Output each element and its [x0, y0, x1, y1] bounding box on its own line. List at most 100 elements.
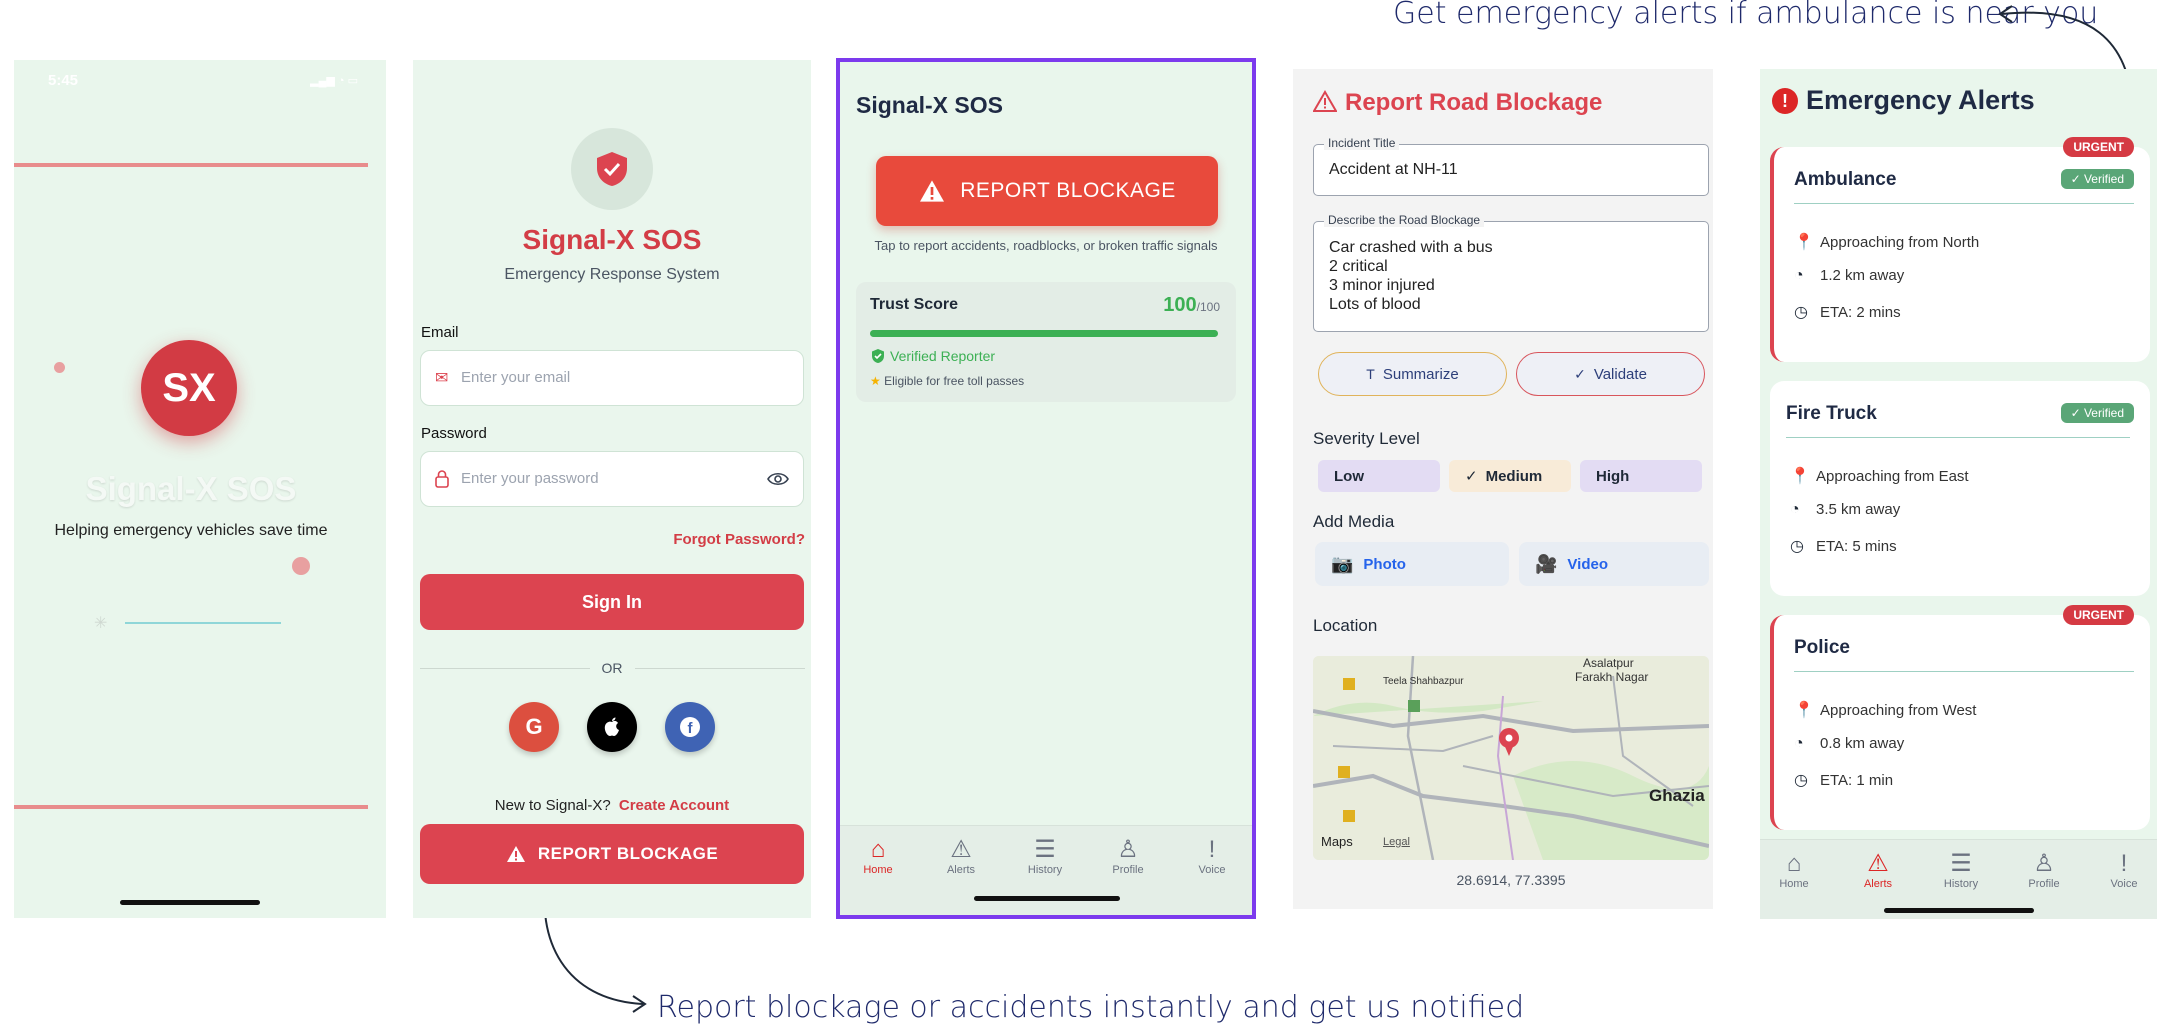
login-screen: Signal-X SOS Emergency Response System E…	[413, 60, 811, 918]
facebook-login-button[interactable]: f	[665, 702, 715, 752]
urgent-badge: URGENT	[2063, 137, 2134, 157]
eye-icon[interactable]	[767, 471, 789, 487]
severity-medium[interactable]: ✓ Medium	[1449, 460, 1571, 492]
video-button[interactable]: 🎥 Video	[1519, 542, 1709, 586]
text-format-icon: T	[1366, 366, 1375, 382]
warning-outline-icon	[1312, 90, 1338, 112]
nav-voice[interactable]: ! Voice	[2094, 850, 2154, 890]
alert-card-ambulance[interactable]: URGENT Ambulance ✓ Verified 📍 Approaching…	[1770, 137, 2150, 362]
direction-row: 📍 Approaching from West	[1794, 702, 1977, 719]
status-icons: ▂▄▆ ◔ ▭	[310, 75, 358, 87]
trust-progress-fill	[870, 330, 1218, 337]
card-divider	[1794, 671, 2134, 672]
speedometer-icon: ◔	[1794, 267, 1804, 284]
nav-voice[interactable]: ! Voice	[1182, 836, 1242, 876]
report-screen: Report Road Blockage Incident Title Acci…	[1293, 69, 1713, 909]
alerts-screen: ! Emergency Alerts URGENT Ambulance ✓ Ver…	[1760, 69, 2157, 919]
loading-bar	[125, 622, 281, 624]
video-camera-icon: 🎥	[1535, 553, 1558, 574]
card-divider	[1786, 437, 2130, 438]
decor-dot-1	[54, 362, 65, 373]
vehicle-name: Fire Truck	[1786, 403, 1877, 424]
email-placeholder: Enter your email	[461, 369, 571, 386]
nav-alerts[interactable]: ⚠ Alerts	[931, 836, 991, 876]
eligible-row: ★ Eligible for free toll passes	[870, 374, 1024, 388]
alert-card-fire-truck[interactable]: Fire Truck ✓ Verified 📍 Approaching from …	[1770, 381, 2150, 596]
forgot-password-link[interactable]: Forgot Password?	[673, 531, 805, 548]
urgent-badge: URGENT	[2063, 605, 2134, 625]
severity-high[interactable]: High	[1580, 460, 1702, 492]
maps-legal-link[interactable]: Legal	[1383, 836, 1410, 848]
home-title: Signal-X SOS	[856, 92, 1003, 118]
nav-alerts[interactable]: ⚠ Alerts	[1848, 850, 1908, 890]
email-label: Email	[421, 324, 459, 341]
map-place-teela: Teela Shahbazpur	[1383, 676, 1464, 687]
create-account-link[interactable]: Create Account	[619, 797, 729, 814]
bottom-nav: ⌂ Home ⚠ Alerts ☰ History ♙ Profile ! Voice	[1760, 839, 2157, 919]
star-icon: ★	[870, 374, 881, 388]
person-icon: ♙	[1117, 836, 1139, 863]
incident-title-value: Accident at NH-11	[1329, 161, 1458, 178]
describe-label: Describe the Road Blockage	[1324, 213, 1485, 227]
clock-icon: ◷	[1790, 538, 1804, 555]
eta-row: ◷ ETA: 2 mins	[1794, 304, 1901, 321]
nav-home[interactable]: ⌂ Home	[848, 836, 908, 876]
alert-card-police[interactable]: URGENT Police 📍 Approaching from West ◔ 0.…	[1770, 605, 2150, 830]
alerts-header: ! Emergency Alerts	[1772, 85, 2035, 116]
nav-profile[interactable]: ♙ Profile	[2014, 850, 2074, 890]
exclamation-icon: !	[2120, 850, 2128, 877]
incident-title-label: Incident Title	[1324, 136, 1400, 150]
login-subtitle: Emergency Response System	[504, 266, 720, 283]
speedometer-icon: ◔	[1790, 501, 1800, 518]
report-header: Report Road Blockage	[1312, 89, 1602, 117]
validate-button[interactable]: ✓ Validate	[1516, 352, 1705, 396]
coordinates: 28.6914, 77.3395	[1456, 872, 1566, 888]
nav-history[interactable]: ☰ History	[1931, 850, 1991, 890]
describe-text: Car crashed with a bus 2 critical 3 mino…	[1329, 239, 1493, 313]
eta-row: ◷ ETA: 1 min	[1794, 772, 1894, 789]
photo-button[interactable]: 📷 Photo	[1315, 542, 1509, 586]
password-field[interactable]: Enter your password	[420, 451, 804, 507]
bottom-nav: ⌂ Home ⚠ Alerts ☰ History ♙ Profile ! Voice	[840, 825, 1252, 915]
map-place-farakh-nagar: Farakh Nagar	[1575, 670, 1649, 684]
summarize-button[interactable]: T Summarize	[1318, 352, 1507, 396]
splash-app-name: Signal-X SOS	[85, 470, 297, 507]
person-icon: ♙	[2033, 850, 2055, 877]
verified-badge: ✓ Verified	[2060, 169, 2134, 189]
shield-logo	[571, 128, 653, 210]
home-indicator	[1884, 908, 2034, 913]
loading-spinner-icon: ✳	[94, 615, 108, 632]
verified-row: Verified Reporter	[870, 348, 995, 364]
media-label: Add Media	[1313, 512, 1395, 531]
email-field[interactable]: ✉ Enter your email	[420, 350, 804, 406]
report-blockage-main-button[interactable]: REPORT BLOCKAGE	[876, 156, 1218, 226]
google-login-button[interactable]: G	[509, 702, 559, 752]
report-blockage-label: REPORT BLOCKAGE	[537, 844, 719, 863]
eligible-text: Eligible for free toll passes	[884, 374, 1025, 388]
describe-field[interactable]: Describe the Road Blockage Car crashed w…	[1313, 213, 1709, 332]
login-app-name: Signal-X SOS	[522, 224, 702, 255]
password-placeholder: Enter your password	[461, 470, 599, 487]
nav-history[interactable]: ☰ History	[1015, 836, 1075, 876]
check-icon: ✓	[1465, 468, 1478, 485]
report-blockage-button[interactable]: REPORT BLOCKAGE	[420, 824, 804, 884]
location-map[interactable]: Asalatpur Farakh Nagar Teela Shahbazpur …	[1313, 656, 1709, 860]
distance-row: ◔ 1.2 km away	[1794, 267, 1905, 284]
location-pin-icon: 📍	[1794, 702, 1814, 719]
warning-icon	[920, 180, 945, 202]
splash-screen: 5:45 ▂▄▆ ◔ ▭ SX Signal-X SOS Helping eme…	[14, 60, 386, 918]
map-graphic	[1313, 656, 1709, 860]
home-icon: ⌂	[870, 836, 886, 863]
severity-low[interactable]: Low	[1318, 460, 1440, 492]
incident-title-field[interactable]: Incident Title Accident at NH-11	[1313, 136, 1709, 196]
sign-in-button[interactable]: Sign In	[420, 574, 804, 630]
report-blockage-label: REPORT BLOCKAGE	[960, 179, 1176, 202]
logo-text: SX	[162, 365, 216, 410]
nav-home[interactable]: ⌂ Home	[1764, 850, 1824, 890]
summarize-label: Summarize	[1382, 365, 1459, 383]
trust-score-value-row: 100/100	[1163, 294, 1220, 317]
nav-profile[interactable]: ♙ Profile	[1098, 836, 1158, 876]
apple-login-button[interactable]	[587, 702, 637, 752]
validate-label: Validate	[1593, 365, 1647, 383]
speedometer-icon: ◔	[1794, 735, 1804, 752]
